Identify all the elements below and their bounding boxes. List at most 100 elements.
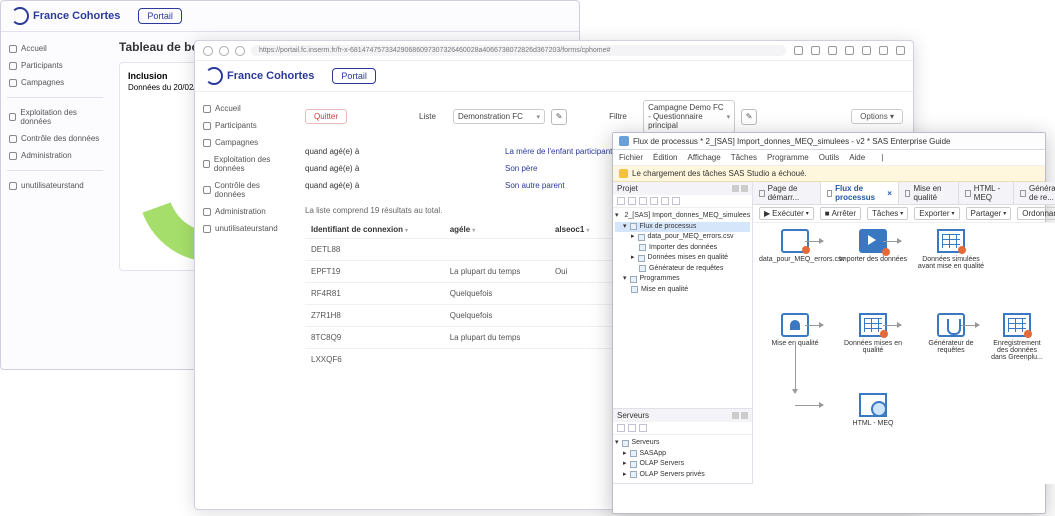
tool-icon[interactable] [672, 197, 680, 205]
panel-btn[interactable] [741, 412, 748, 419]
menu-taches[interactable]: Tâches [731, 153, 757, 162]
node-csv[interactable]: data_pour_MEQ_errors.csv [759, 229, 831, 263]
answer-link[interactable]: Son autre parent [505, 181, 565, 190]
menu-affichage[interactable]: Affichage [687, 153, 720, 162]
sidebar-item-admin[interactable]: Administration [7, 147, 103, 164]
sidebar-item-participants[interactable]: Participants [201, 117, 289, 134]
panel-btn[interactable] [732, 185, 739, 192]
back-icon[interactable] [203, 46, 213, 56]
sas-titlebar: Flux de processus * 2_[SAS] Import_donne… [613, 133, 1045, 150]
tree-node[interactable]: ▸SASApp [615, 449, 750, 460]
edit-liste-button[interactable]: ✎ [551, 109, 567, 125]
panel-btn[interactable] [732, 412, 739, 419]
tool-icon[interactable] [617, 197, 625, 205]
tree-node[interactable]: ▸data_pour_MEQ_errors.csv [615, 232, 750, 243]
portail-button[interactable]: Portail [138, 8, 182, 24]
ext-icon[interactable] [828, 46, 837, 55]
stop-button[interactable]: ■ Arrêter [820, 207, 861, 220]
menu-edition[interactable]: Édition [653, 153, 677, 162]
tool-icon[interactable] [628, 424, 636, 432]
tool-icon[interactable] [617, 424, 625, 432]
tree-node[interactable]: ▸Données mises en qualité [615, 253, 750, 264]
tool-icon[interactable] [639, 197, 647, 205]
menu-aide[interactable]: Aide [849, 153, 865, 162]
tab-start[interactable]: Page de démarr... [753, 182, 821, 204]
ext-icon[interactable] [879, 46, 888, 55]
sidebar-item-user[interactable]: unutilisateurstand [7, 177, 103, 194]
ext-icon[interactable] [862, 46, 871, 55]
flow-icon [630, 223, 637, 230]
node-import[interactable]: Importer des données [837, 229, 909, 263]
tree-node[interactable]: Générateur de requêtes [615, 264, 750, 275]
ext-icon[interactable] [845, 46, 854, 55]
options-button[interactable]: Options ▾ [851, 109, 903, 124]
serveurs-panel-header: Serveurs [613, 409, 752, 422]
tree-node[interactable]: ▾Serveurs [615, 438, 750, 449]
sas-menubar: Fichier Édition Affichage Tâches Program… [613, 150, 1045, 166]
tool-icon[interactable] [650, 197, 658, 205]
tree-node[interactable]: ▾Programmes [615, 274, 750, 285]
tree-node[interactable]: ▾Flux de processus [615, 222, 750, 233]
campaign-icon [9, 79, 17, 87]
node-dmq[interactable]: Données mises en qualité [837, 313, 909, 354]
tab-flow[interactable]: Flux de processus× [821, 182, 899, 204]
sidebar-item-admin[interactable]: Administration [201, 203, 289, 220]
node-sim[interactable]: Données simulées avant mise en qualité [915, 229, 987, 270]
quitter-button[interactable]: Quitter [305, 109, 347, 124]
tasks-button[interactable]: Tâches▾ [867, 207, 908, 220]
close-icon[interactable]: × [887, 189, 892, 198]
tool-icon[interactable] [661, 197, 669, 205]
answer-link[interactable]: Son père [505, 164, 537, 173]
sas-warning-bar: Le chargement des tâches SAS Studio a éc… [613, 166, 1045, 182]
tab-mise[interactable]: Mise en qualité [899, 182, 959, 204]
col-header[interactable]: alseoc1▾ [549, 221, 608, 239]
edit-filtre-button[interactable]: ✎ [741, 109, 757, 125]
export-button[interactable]: Exporter▾ [914, 207, 959, 220]
sidebar-item-user[interactable]: unutilisateurstand [201, 220, 289, 237]
tree-node[interactable]: ▾2_[SAS] Import_donnes_MEQ_simulees [615, 211, 750, 222]
sidebar-item-controle[interactable]: Contrôle des données [7, 130, 103, 147]
tree-node[interactable]: Importer des données [615, 243, 750, 254]
node-html[interactable]: HTML - MEQ [837, 393, 909, 427]
menu-programme[interactable]: Programme [767, 153, 809, 162]
panel-btn[interactable] [741, 185, 748, 192]
flow-canvas[interactable]: data_pour_MEQ_errors.csv Importer des do… [753, 223, 1055, 484]
node-enr[interactable]: Enregistrement des données dans Greenplu… [989, 313, 1045, 361]
menu-icon[interactable] [896, 46, 905, 55]
tab-gen[interactable]: Générateur de re... [1014, 182, 1055, 204]
tree-node[interactable]: ▸OLAP Servers privés [615, 470, 750, 481]
menu-fichier[interactable]: Fichier [619, 153, 643, 162]
sidebar-item-accueil[interactable]: Accueil [7, 40, 103, 57]
check-icon [9, 135, 17, 143]
tab-html[interactable]: HTML - MEQ [959, 182, 1014, 204]
ext-icon[interactable] [794, 46, 803, 55]
sidebar-item-controle[interactable]: Contrôle des données [201, 177, 289, 203]
sidebar-item-campagnes[interactable]: Campagnes [201, 134, 289, 151]
sas-tabs: Page de démarr... Flux de processus× Mis… [753, 182, 1055, 205]
reload-icon[interactable] [219, 46, 229, 56]
url-input[interactable]: https://portail.fc.inserm.fr/fr-x-681474… [251, 45, 786, 56]
menu-outils[interactable]: Outils [819, 153, 839, 162]
sidebar-item-accueil[interactable]: Accueil [201, 100, 289, 117]
node-mise[interactable]: Mise en qualité [759, 313, 831, 347]
ext-icon[interactable] [811, 46, 820, 55]
tree-node[interactable]: Mise en qualité [615, 285, 750, 296]
sidebar-item-exploitation[interactable]: Exploitation des données [7, 104, 103, 130]
portail-button[interactable]: Portail [332, 68, 376, 84]
col-header[interactable]: Identifiant de connexion▾ [305, 221, 444, 239]
sidebar-item-campagnes[interactable]: Campagnes [7, 74, 103, 91]
portal-header: France Cohortes Portail [195, 61, 913, 92]
sidebar-item-exploitation[interactable]: Exploitation des données [201, 151, 289, 177]
tool-icon[interactable] [639, 424, 647, 432]
col-header[interactable]: agéle▾ [444, 221, 549, 239]
dashboard-header: France Cohortes Portail [1, 1, 579, 32]
run-button[interactable]: ▶ Exécuter▾ [759, 207, 814, 220]
node-gen[interactable]: Générateur de requêtes [915, 313, 987, 354]
share-button[interactable]: Partager▾ [966, 207, 1012, 220]
schedule-button[interactable]: Ordonnancer▾ [1017, 207, 1055, 220]
tree-node[interactable]: ▸OLAP Servers [615, 459, 750, 470]
liste-select[interactable]: Demonstration FC▾ [453, 109, 545, 124]
sidebar-item-participants[interactable]: Participants [7, 57, 103, 74]
tool-icon[interactable] [628, 197, 636, 205]
filtre-select[interactable]: Campagne Demo FC - Questionnaire princip… [643, 100, 735, 133]
